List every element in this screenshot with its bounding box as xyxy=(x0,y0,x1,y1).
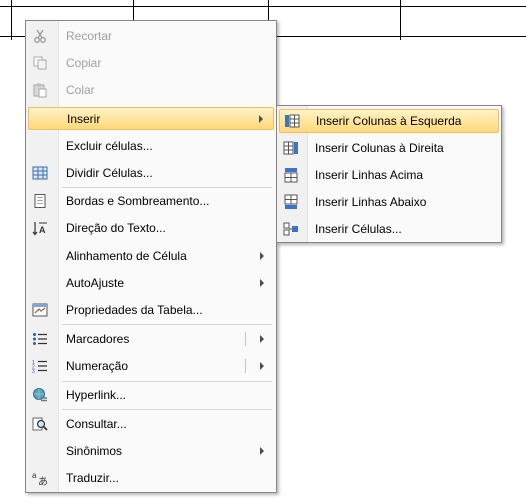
menu-item-label: Copiar xyxy=(66,56,102,70)
numbering-icon: 123 xyxy=(31,357,49,375)
svg-text:3: 3 xyxy=(32,369,35,373)
submenu-item-insert-columns-right[interactable]: Inserir Colunas à Direita xyxy=(279,137,499,159)
submenu-item-insert-cells[interactable]: Inserir Células... xyxy=(279,218,499,240)
split-divider xyxy=(245,359,246,373)
submenu-arrow-icon[interactable] xyxy=(260,335,264,343)
menu-item-paste[interactable]: Colar xyxy=(28,79,274,101)
menu-item-text-direction[interactable]: A Direção do Texto... xyxy=(28,217,274,239)
menu-item-delete-cells[interactable]: Excluir células... xyxy=(28,135,274,157)
menu-item-table-properties[interactable]: Propriedades da Tabela... xyxy=(28,299,274,321)
menu-item-translate[interactable]: aあ Traduzir... xyxy=(28,467,274,489)
text-direction-icon: A xyxy=(31,219,49,237)
insert-columns-left-icon xyxy=(283,112,301,130)
menu-item-cut[interactable]: Recortar xyxy=(28,25,274,47)
submenu-arrow-icon xyxy=(260,447,264,455)
submenu-item-insert-rows-above[interactable]: Inserir Linhas Acima xyxy=(279,164,499,186)
insert-columns-right-icon xyxy=(282,139,300,157)
translate-icon: aあ xyxy=(31,469,49,487)
table-border xyxy=(0,6,526,7)
submenu-arrow-icon xyxy=(260,279,264,287)
menu-item-label: Excluir células... xyxy=(66,139,153,153)
svg-text:A: A xyxy=(39,225,46,235)
insert-rows-below-icon xyxy=(282,193,300,211)
cut-icon xyxy=(31,27,49,45)
menu-separator xyxy=(62,381,272,382)
menu-item-label: Sinônimos xyxy=(66,444,123,458)
menu-item-label: Recortar xyxy=(66,29,113,43)
menu-item-label: Traduzir... xyxy=(66,471,119,485)
menu-item-label: Inserir xyxy=(67,112,101,126)
hyperlink-icon xyxy=(31,386,49,404)
menu-item-label: Hyperlink... xyxy=(66,388,127,402)
menu-item-label: Marcadores xyxy=(66,332,130,346)
menu-item-hyperlink[interactable]: Hyperlink... xyxy=(28,384,274,406)
menu-separator xyxy=(62,324,272,325)
menu-separator xyxy=(62,187,272,188)
menu-item-label: AutoAjuste xyxy=(66,276,125,290)
submenu-item-label: Inserir Células... xyxy=(315,222,402,236)
table-border xyxy=(11,0,12,40)
menu-item-label: Bordas e Sombreamento... xyxy=(66,194,210,208)
bullets-icon xyxy=(31,330,49,348)
menu-item-autofit[interactable]: AutoAjuste xyxy=(28,272,274,294)
submenu-item-label: Inserir Linhas Abaixo xyxy=(315,195,427,209)
menu-item-label: Colar xyxy=(66,83,95,97)
menu-item-label: Dividir Células... xyxy=(66,166,153,180)
menu-item-copy[interactable]: Copiar xyxy=(28,52,274,74)
menu-separator xyxy=(62,409,272,410)
borders-shading-icon xyxy=(31,192,49,210)
svg-text:a: a xyxy=(32,471,37,480)
menu-item-label: Direção do Texto... xyxy=(66,221,166,235)
menu-item-label: Alinhamento de Célula xyxy=(66,249,187,263)
menu-item-numbering[interactable]: 123 Numeração xyxy=(28,355,274,377)
menu-item-label: Numeração xyxy=(66,359,129,373)
paste-icon xyxy=(31,81,49,99)
submenu-item-insert-rows-below[interactable]: Inserir Linhas Abaixo xyxy=(279,191,499,213)
submenu-item-label: Inserir Colunas à Direita xyxy=(315,141,444,155)
submenu-arrow-icon[interactable] xyxy=(260,362,264,370)
submenu-item-label: Inserir Linhas Acima xyxy=(315,168,424,182)
menu-item-label: Consultar... xyxy=(66,417,127,431)
insert-cells-icon xyxy=(282,220,300,238)
table-properties-icon xyxy=(31,301,49,319)
split-cells-icon xyxy=(31,164,49,182)
submenu-arrow-icon xyxy=(260,252,264,260)
research-icon xyxy=(31,415,49,433)
svg-text:あ: あ xyxy=(38,476,48,486)
menu-item-research[interactable]: Consultar... xyxy=(28,413,274,435)
submenu-item-label: Inserir Colunas à Esquerda xyxy=(316,114,462,128)
submenu-arrow-icon xyxy=(259,115,263,123)
menu-item-insert[interactable]: Inserir xyxy=(28,107,274,130)
menu-item-label: Propriedades da Tabela... xyxy=(66,303,203,317)
copy-icon xyxy=(31,54,49,72)
menu-item-cell-alignment[interactable]: Alinhamento de Célula xyxy=(28,245,274,267)
menu-item-bullets[interactable]: Marcadores xyxy=(28,328,274,350)
split-divider xyxy=(245,332,246,346)
menu-item-borders-shading[interactable]: Bordas e Sombreamento... xyxy=(28,190,274,212)
menu-item-split-cells[interactable]: Dividir Células... xyxy=(28,162,274,184)
submenu-item-insert-columns-left[interactable]: Inserir Colunas à Esquerda xyxy=(279,109,499,133)
context-menu: Recortar Copiar Colar Inserir Excluir cé… xyxy=(25,20,277,493)
insert-rows-above-icon xyxy=(282,166,300,184)
insert-submenu: Inserir Colunas à Esquerda Inserir Colun… xyxy=(276,105,502,243)
table-border xyxy=(400,0,401,40)
menu-item-synonyms[interactable]: Sinônimos xyxy=(28,440,274,462)
